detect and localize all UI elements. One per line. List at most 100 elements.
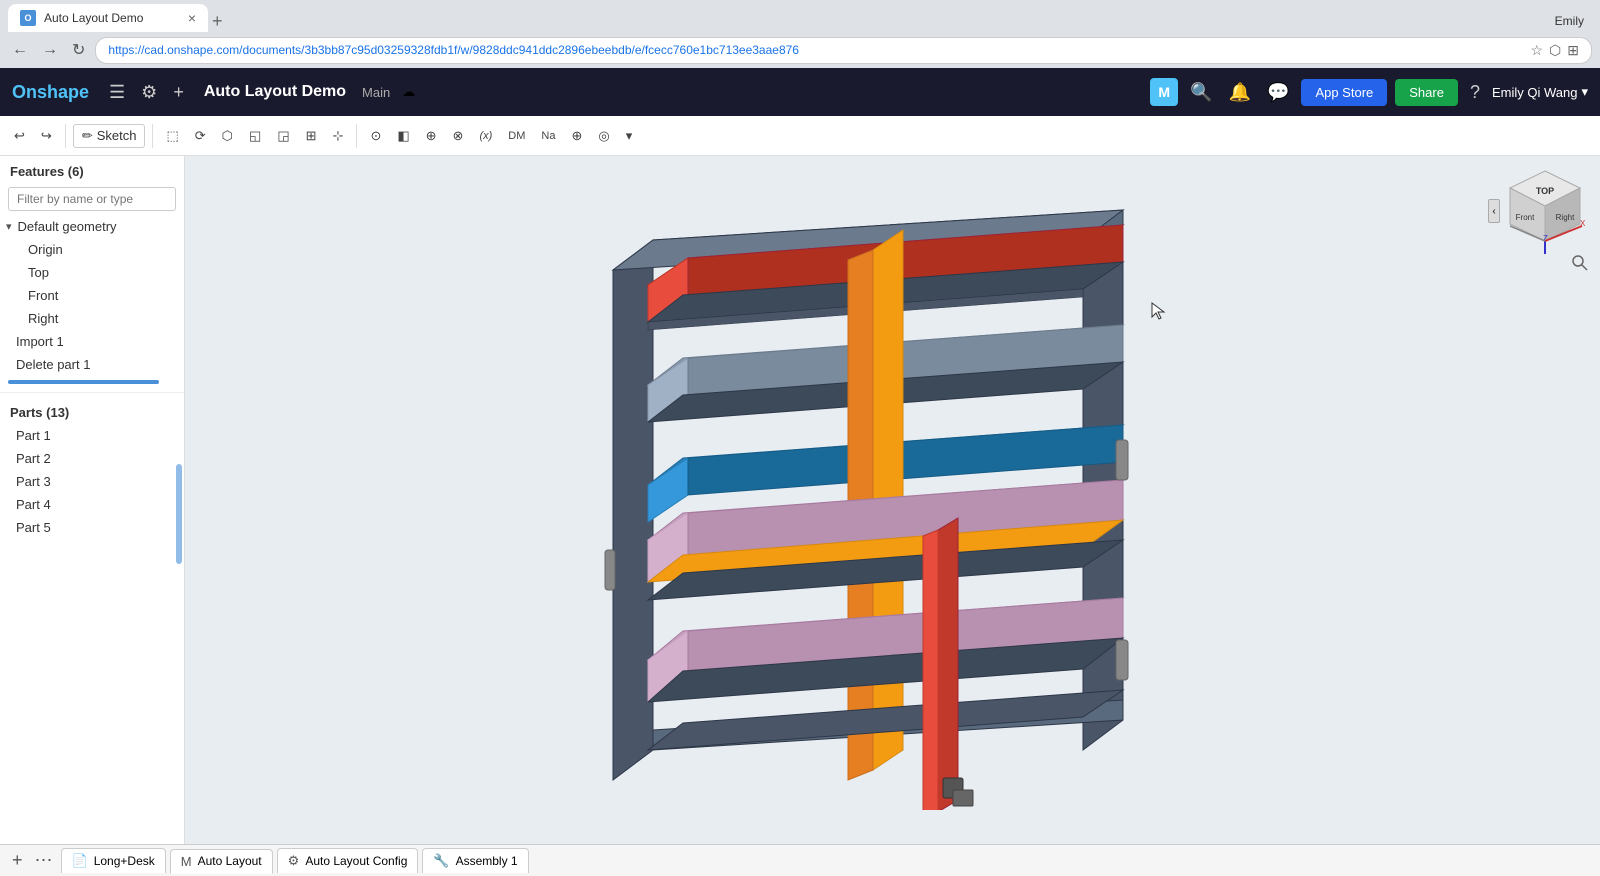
- notifications-button[interactable]: 🔔: [1225, 78, 1255, 107]
- longdesk-tab-label: Long+Desk: [94, 854, 155, 868]
- dm-button[interactable]: DM: [502, 127, 531, 145]
- undo-button[interactable]: ↩: [8, 125, 31, 147]
- section-view-button[interactable]: ◧: [391, 125, 415, 147]
- sketch-button[interactable]: ✏ Sketch: [73, 124, 146, 148]
- shell-button[interactable]: ⬡: [216, 125, 239, 147]
- view-cube[interactable]: TOP Front Right Z X ‹: [1500, 166, 1590, 256]
- add-document-button[interactable]: +: [169, 78, 188, 107]
- svg-text:X: X: [1580, 219, 1586, 228]
- tab-assembly1[interactable]: 🔧 Assembly 1: [422, 848, 528, 873]
- list-item-part3[interactable]: Part 3: [0, 470, 184, 493]
- shell-icon: ⬡: [222, 128, 233, 144]
- extension-icon[interactable]: ⊞: [1567, 42, 1579, 59]
- new-tab-button[interactable]: +: [212, 11, 223, 32]
- tree-item-front[interactable]: Front: [0, 284, 184, 307]
- tree-item-import1[interactable]: Import 1: [0, 330, 184, 353]
- deletepart1-label: Delete part 1: [16, 357, 90, 372]
- fillet-button[interactable]: ◱: [243, 125, 267, 147]
- render-icon: ◎: [598, 128, 609, 144]
- zoom-in-button[interactable]: ⊕: [565, 125, 588, 147]
- redo-icon: ↪: [41, 128, 52, 144]
- na-button[interactable]: Na: [535, 127, 561, 145]
- tree-item-top[interactable]: Top: [0, 261, 184, 284]
- boolean-button[interactable]: ⊞: [300, 125, 323, 147]
- search-button[interactable]: 🔍: [1186, 78, 1216, 107]
- tree-item-deletepart1[interactable]: Delete part 1: [0, 353, 184, 376]
- tab-autolayout[interactable]: M Auto Layout: [170, 849, 273, 874]
- bookmark-icon[interactable]: ☆: [1530, 42, 1543, 59]
- list-item-part5[interactable]: Part 5: [0, 516, 184, 539]
- pattern-icon: ⊹: [333, 128, 344, 144]
- more-tools-button[interactable]: ▾: [620, 125, 639, 147]
- nav-forward-button[interactable]: →: [38, 39, 62, 61]
- progress-bar: [8, 380, 159, 384]
- list-item-part1[interactable]: Part 1: [0, 424, 184, 447]
- mate-button[interactable]: ⊗: [447, 125, 470, 147]
- view-cube-collapse-button[interactable]: ‹: [1488, 199, 1500, 223]
- redo-button[interactable]: ↪: [35, 125, 58, 147]
- render-button[interactable]: ◎: [592, 125, 615, 147]
- help-button[interactable]: ?: [1466, 78, 1484, 107]
- bottom-tabs: + ⋯ 📄 Long+Desk M Auto Layout ⚙ Auto Lay…: [0, 844, 1600, 876]
- extrude-button[interactable]: ⬚: [160, 125, 184, 147]
- nav-back-button[interactable]: ←: [8, 39, 32, 61]
- tab-autolayout-config[interactable]: ⚙ Auto Layout Config: [277, 848, 419, 873]
- list-item-part2[interactable]: Part 2: [0, 447, 184, 470]
- default-geometry-label: Default geometry: [18, 219, 117, 234]
- transform-button[interactable]: ⊕: [420, 125, 443, 147]
- fillet-icon: ◱: [249, 128, 261, 144]
- m-badge[interactable]: M: [1150, 78, 1178, 106]
- main-layout: Features (6) ▾ Default geometry Origin T…: [0, 156, 1600, 844]
- default-geometry-group[interactable]: ▾ Default geometry: [0, 215, 184, 238]
- cast-icon[interactable]: ⬡: [1549, 42, 1561, 59]
- tab-longdesk[interactable]: 📄 Long+Desk: [61, 848, 166, 873]
- tab-options-button[interactable]: ⋯: [31, 848, 57, 873]
- toolbar-separator-3: [356, 124, 357, 148]
- part5-label: Part 5: [16, 520, 51, 535]
- list-item-part4[interactable]: Part 4: [0, 493, 184, 516]
- undo-icon: ↩: [14, 128, 25, 144]
- transform-icon: ⊕: [426, 128, 437, 144]
- scrollbar[interactable]: [176, 464, 182, 564]
- browser-tab[interactable]: O Auto Layout Demo ×: [8, 4, 208, 32]
- nav-refresh-button[interactable]: ↻: [68, 38, 89, 62]
- filter-input[interactable]: [8, 187, 176, 211]
- settings-button[interactable]: ⚙: [137, 78, 161, 107]
- parts-header: Parts (13): [0, 397, 184, 424]
- user-menu[interactable]: Emily Qi Wang ▾: [1492, 84, 1588, 100]
- chat-button[interactable]: 💬: [1263, 78, 1293, 107]
- address-text: https://cad.onshape.com/documents/3b3bb8…: [108, 43, 1530, 57]
- tree-item-right[interactable]: Right: [0, 307, 184, 330]
- panel-divider: [0, 392, 184, 393]
- pattern-button[interactable]: ⊹: [327, 125, 350, 147]
- user-name: Emily Qi Wang: [1492, 85, 1577, 100]
- variables-button[interactable]: (x): [473, 127, 498, 145]
- viewport[interactable]: TOP Front Right Z X ‹: [185, 156, 1600, 844]
- tab-favicon: O: [20, 10, 36, 26]
- tab-close-button[interactable]: ×: [188, 10, 196, 26]
- revolve-button[interactable]: ⟳: [189, 125, 212, 147]
- chamfer-button[interactable]: ◲: [271, 125, 295, 147]
- toolbar-right: M 🔍 🔔 💬 App Store Share ? Emily Qi Wang …: [1150, 78, 1588, 107]
- progress-bar-container: [0, 376, 184, 388]
- tab-title: Auto Layout Demo: [44, 11, 180, 25]
- address-bar[interactable]: https://cad.onshape.com/documents/3b3bb8…: [95, 37, 1592, 64]
- toolbar-separator-1: [65, 124, 66, 148]
- sketch-pencil-icon: ✏: [82, 128, 93, 144]
- longdesk-tab-icon: 📄: [72, 853, 88, 869]
- menu-button[interactable]: ☰: [105, 78, 129, 107]
- measure-button[interactable]: ⊙: [364, 125, 387, 147]
- tree-item-origin[interactable]: Origin: [0, 238, 184, 261]
- view-cube-magnify-button[interactable]: [1570, 253, 1590, 276]
- part3-label: Part 3: [16, 474, 51, 489]
- address-bar-row: ← → ↻ https://cad.onshape.com/documents/…: [0, 32, 1600, 68]
- app-store-button[interactable]: App Store: [1301, 79, 1387, 106]
- origin-label: Origin: [28, 242, 63, 257]
- parts-list: Part 1 Part 2 Part 3 Part 4 Part 5: [0, 424, 184, 539]
- add-tab-button[interactable]: +: [8, 848, 27, 873]
- features-header: Features (6): [0, 156, 184, 183]
- sketch-label: Sketch: [97, 128, 137, 143]
- share-button[interactable]: Share: [1395, 79, 1458, 106]
- document-branch: Main: [362, 85, 390, 100]
- toolbar-separator-2: [152, 124, 153, 148]
